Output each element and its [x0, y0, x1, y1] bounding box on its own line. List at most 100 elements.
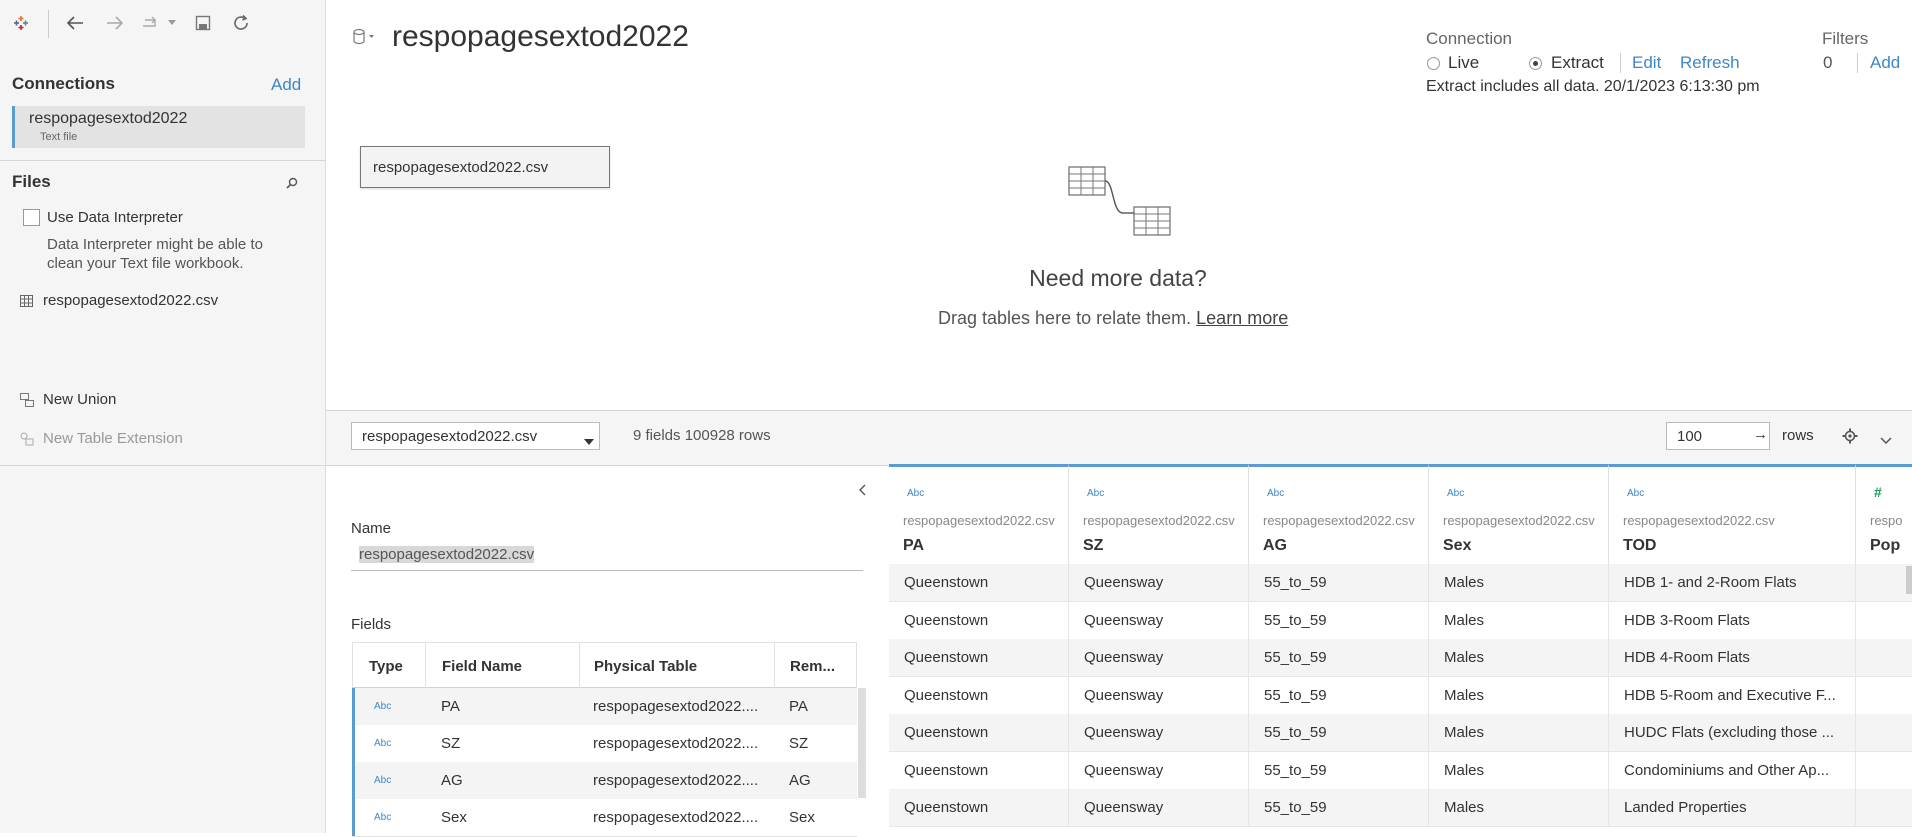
refresh-extract-link[interactable]: Refresh: [1680, 53, 1740, 73]
field-row[interactable]: Abc PA respopagesextod2022.... PA: [352, 688, 857, 726]
table-cell: Condominiums and Other Ap...: [1609, 751, 1856, 789]
string-type-icon[interactable]: Abc: [1087, 488, 1104, 499]
string-type-icon[interactable]: Abc: [374, 688, 391, 725]
table-extension-icon: [20, 432, 34, 449]
data-grid: Abc respopagesextod2022.csv PA Abc respopage…: [889, 464, 1912, 833]
new-table-extension-link[interactable]: New Table Extension: [43, 430, 183, 447]
field-row[interactable]: Abc AG respopagesextod2022.... AG: [352, 762, 857, 800]
physical-table: respopagesextod2022....: [593, 772, 759, 789]
connection-item[interactable]: respopagesextod2022 Text file: [12, 106, 305, 148]
new-union-link[interactable]: New Union: [43, 391, 116, 408]
column-header-sex[interactable]: Abc respopagesextod2022.csv Sex: [1429, 464, 1609, 564]
string-type-icon[interactable]: Abc: [1627, 488, 1644, 499]
string-type-icon[interactable]: Abc: [374, 762, 391, 799]
fields-scrollbar[interactable]: [858, 688, 866, 798]
string-type-icon[interactable]: Abc: [1447, 488, 1464, 499]
table-row[interactable]: Queenstown Queensway 55_to_59 Males HDB 3-Ro…: [889, 601, 1912, 640]
collapse-chevron-icon[interactable]: [1880, 432, 1892, 448]
search-icon[interactable]: [286, 176, 298, 192]
table-row[interactable]: Queenstown Queensway 55_to_59 Males HUDC Fla…: [889, 714, 1912, 752]
table-cell: Queenstown: [889, 564, 1069, 601]
table-cell: Queensway: [1069, 564, 1249, 601]
name-value[interactable]: respopagesextod2022.csv: [359, 546, 535, 563]
table-cell: HUDC Flats (excluding those ...: [1609, 714, 1856, 751]
table-row[interactable]: Queenstown Queensway 55_to_59 Males Landed P…: [889, 789, 1912, 827]
column-name: PA: [903, 537, 925, 554]
field-name[interactable]: PA: [441, 688, 460, 725]
grid-scrollbar[interactable]: [1906, 566, 1912, 594]
connection-label: Connection: [1426, 29, 1513, 48]
edit-extract-link[interactable]: Edit: [1632, 53, 1661, 73]
table-cell: [1856, 564, 1912, 601]
string-type-icon[interactable]: Abc: [907, 488, 924, 499]
gear-icon[interactable]: [1842, 428, 1858, 447]
name-underline: [351, 570, 863, 571]
table-row[interactable]: Queenstown Queensway 55_to_59 Males Condomin…: [889, 751, 1912, 790]
table-cell: 55_to_59: [1249, 789, 1429, 826]
column-source: respopagesextod2022.csv: [1263, 513, 1415, 528]
interpreter-note-line-2: clean your Text file workbook.: [47, 255, 244, 272]
row-marker: [352, 688, 355, 725]
string-type-icon[interactable]: Abc: [374, 799, 391, 836]
field-name[interactable]: Sex: [441, 799, 467, 836]
physical-table: respopagesextod2022....: [593, 698, 759, 715]
datasource-icon[interactable]: [352, 28, 378, 49]
field-name[interactable]: SZ: [441, 725, 460, 762]
col-physical-table-header[interactable]: Physical Table: [594, 643, 697, 689]
extract-radio[interactable]: [1529, 57, 1542, 70]
table-cell: Males: [1429, 601, 1609, 639]
fields-rows-summary: 9 fields 100928 rows: [633, 427, 771, 444]
back-icon[interactable]: [64, 12, 86, 34]
table-cell: Queensway: [1069, 601, 1249, 639]
drag-tables-text: Drag tables here to relate them. Learn m…: [938, 308, 1288, 329]
rows-input[interactable]: 100 →: [1666, 422, 1770, 450]
col-type-header[interactable]: Type: [369, 643, 403, 689]
table-row[interactable]: Queenstown Queensway 55_to_59 Males HDB 5-Ro…: [889, 676, 1912, 715]
table-cell: Males: [1429, 639, 1609, 676]
datasource-title[interactable]: respopagesextod2022: [392, 20, 689, 54]
table-cell: Queenstown: [889, 751, 1069, 789]
table-cell: Queenstown: [889, 714, 1069, 751]
live-radio[interactable]: [1427, 57, 1440, 70]
arrow-right-icon[interactable]: →: [1753, 426, 1768, 443]
column-name: Pop: [1870, 537, 1901, 554]
table-cell: Males: [1429, 751, 1609, 789]
number-type-icon[interactable]: #: [1874, 484, 1882, 500]
table-cell: Queensway: [1069, 714, 1249, 751]
dropdown-icon[interactable]: [166, 12, 178, 34]
forward-icon[interactable]: [104, 12, 126, 34]
column-header-tod[interactable]: Abc respopagesextod2022.csv TOD: [1609, 464, 1856, 564]
learn-more-link[interactable]: Learn more: [1196, 308, 1288, 328]
table-row[interactable]: Queenstown Queensway 55_to_59 Males HDB 1- a…: [889, 564, 1912, 602]
column-header-ag[interactable]: Abc respopagesextod2022.csv AG: [1249, 464, 1429, 564]
table-chip[interactable]: respopagesextod2022.csv: [360, 146, 610, 188]
field-row[interactable]: Abc SZ respopagesextod2022.... SZ: [352, 725, 857, 763]
column-header-sz[interactable]: Abc respopagesextod2022.csv SZ: [1069, 464, 1249, 564]
field-row[interactable]: Abc Sex respopagesextod2022.... Sex: [352, 799, 857, 837]
string-type-icon[interactable]: Abc: [1267, 488, 1284, 499]
table-cell: 55_to_59: [1249, 714, 1429, 751]
col-remote-header[interactable]: Rem...: [790, 643, 835, 689]
file-item[interactable]: respopagesextod2022.csv: [43, 292, 218, 309]
use-data-interpreter-checkbox[interactable]: [23, 209, 40, 226]
collapse-panel-icon[interactable]: [858, 483, 866, 499]
add-connection-link[interactable]: Add: [271, 75, 301, 95]
table-cell: Queenstown: [889, 601, 1069, 639]
column-header-pa[interactable]: Abc respopagesextod2022.csv PA: [889, 464, 1069, 564]
table-select[interactable]: respopagesextod2022.csv: [351, 422, 600, 450]
column-header-pop[interactable]: # respo Pop: [1856, 464, 1912, 564]
chevron-down-icon: [584, 433, 594, 449]
table-cell: [1856, 789, 1912, 826]
add-filter-link[interactable]: Add: [1870, 53, 1900, 73]
col-field-name-header[interactable]: Field Name: [442, 643, 522, 689]
table-cell: 55_to_59: [1249, 564, 1429, 601]
table-row[interactable]: Queenstown Queensway 55_to_59 Males HDB 4-Ro…: [889, 639, 1912, 677]
field-name[interactable]: AG: [441, 762, 463, 799]
refresh-icon[interactable]: [230, 12, 252, 34]
save-icon[interactable]: [192, 12, 214, 34]
string-type-icon[interactable]: Abc: [374, 725, 391, 762]
tableau-logo-icon[interactable]: [10, 12, 32, 34]
redo-icon[interactable]: [140, 12, 162, 34]
live-label: Live: [1448, 53, 1480, 72]
table-cell: Queensway: [1069, 751, 1249, 789]
